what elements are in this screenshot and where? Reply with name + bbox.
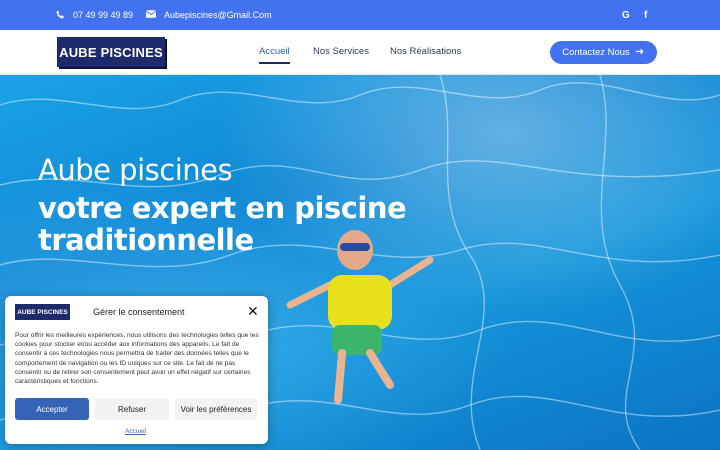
facebook-icon[interactable]: f xyxy=(644,0,647,30)
nav-item-services[interactable]: Nos Services xyxy=(313,46,369,57)
envelope-icon xyxy=(145,10,157,20)
site-header: AUBE PISCINES Accueil Nos Services Nos R… xyxy=(0,30,720,75)
phone-number[interactable]: 07 49 99 49 89 xyxy=(73,10,133,20)
hero-title-line-1: Aube piscines xyxy=(38,153,233,187)
arrow-right-icon xyxy=(635,47,645,58)
refuse-button[interactable]: Refuser xyxy=(95,398,169,420)
contact-button-label: Contactez Nous xyxy=(562,47,630,58)
email-address[interactable]: Aubepiscines@Gmail.Com xyxy=(164,10,272,20)
child-swimmer-image xyxy=(286,230,434,404)
accept-button[interactable]: Accepter xyxy=(15,398,89,420)
preferences-button[interactable]: Voir les préférences xyxy=(175,398,257,420)
top-bar: 07 49 99 49 89 Aubepiscines@Gmail.Com G … xyxy=(0,0,720,30)
close-icon[interactable]: ✕ xyxy=(247,304,259,318)
consent-home-link[interactable]: Accueil xyxy=(125,428,146,435)
email-contact[interactable]: Aubepiscines@Gmail.Com xyxy=(145,0,272,30)
consent-logo: AUBE PISCINES xyxy=(15,304,70,320)
cookie-consent-dialog: AUBE PISCINES Gérer le consentement ✕ Po… xyxy=(5,296,268,444)
site-logo[interactable]: AUBE PISCINES xyxy=(57,37,165,67)
consent-title: Gérer le consentement xyxy=(93,307,185,317)
phone-icon xyxy=(56,10,65,21)
hero-title-line-3: traditionnelle xyxy=(38,223,254,257)
nav-item-realisations[interactable]: Nos Réalisations xyxy=(390,46,461,57)
consent-description: Pour offrir les meilleures expériences, … xyxy=(15,332,259,386)
google-icon[interactable]: G xyxy=(622,0,630,30)
phone-contact[interactable]: 07 49 99 49 89 xyxy=(56,0,133,30)
contact-button[interactable]: Contactez Nous xyxy=(550,41,657,64)
nav-item-accueil[interactable]: Accueil xyxy=(259,46,290,64)
